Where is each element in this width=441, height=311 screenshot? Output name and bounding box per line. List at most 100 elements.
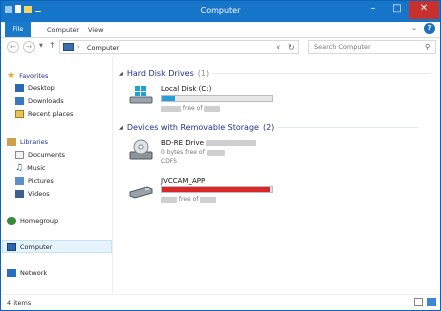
- minimize-button[interactable]: –: [361, 1, 385, 19]
- capacity-fill: [162, 187, 270, 192]
- drive-filesystem: CDFS: [161, 158, 177, 165]
- search-box[interactable]: ⚲: [308, 40, 436, 54]
- navigation-pane: ★ Favorites Desktop Downloads Recent pla…: [1, 57, 113, 294]
- content-pane: ◢ Hard Disk Drives (1) Local Disk (C:) f…: [113, 57, 440, 294]
- computer-icon: [63, 43, 74, 51]
- drive-name: JVCCAM_APP: [161, 177, 205, 185]
- back-button[interactable]: ←: [7, 41, 19, 53]
- tiles-view-icon[interactable]: [427, 298, 436, 306]
- pictures-icon: [15, 176, 24, 185]
- recent-locations-dropdown[interactable]: ▼: [39, 43, 43, 49]
- group-count: (2): [262, 123, 275, 132]
- breadcrumb-separator-icon[interactable]: ›: [77, 43, 80, 51]
- removable-drive-icon: [129, 186, 153, 199]
- redacted-value: [206, 149, 225, 156]
- group-divider: [278, 127, 419, 128]
- nav-label: Videos: [28, 189, 50, 198]
- nav-videos[interactable]: Videos: [15, 188, 50, 199]
- desktop-icon: [15, 83, 24, 92]
- drive-local-disk[interactable]: Local Disk (C:) free of: [129, 83, 279, 113]
- collapse-caret-icon[interactable]: ◢: [119, 71, 123, 77]
- nav-label: Desktop: [28, 83, 55, 92]
- capacity-bar: [161, 95, 273, 102]
- capacity-bar: [161, 186, 273, 193]
- nav-label: Documents: [28, 150, 66, 159]
- nav-label: Favorites: [19, 71, 49, 80]
- help-icon[interactable]: ?: [424, 23, 435, 34]
- address-dropdown-icon[interactable]: ∨: [276, 44, 280, 51]
- drive-free-space: free of: [161, 196, 217, 203]
- address-row: ← → ▼ ↑ › Computer ∨ ↻ ⚲: [1, 39, 440, 57]
- group-header-removable[interactable]: ◢ Devices with Removable Storage (2): [119, 123, 419, 132]
- maximize-button[interactable]: □: [385, 1, 409, 19]
- nav-network[interactable]: Network: [7, 267, 47, 278]
- drive-name: Local Disk (C:): [161, 85, 212, 93]
- favorites-star-icon: ★: [7, 70, 16, 81]
- drive-free-space: 0 bytes free of: [161, 149, 225, 156]
- drive-name-text: JVCCAM_APP: [161, 177, 206, 185]
- homegroup-icon: [7, 216, 16, 225]
- redacted-value: [161, 105, 181, 112]
- nav-pictures[interactable]: Pictures: [15, 175, 54, 186]
- tab-computer[interactable]: Computer: [47, 26, 79, 34]
- nav-music[interactable]: ♫ Music: [15, 162, 46, 173]
- drive-name: BD-RE Drive: [161, 139, 257, 147]
- details-view-icon[interactable]: [414, 298, 423, 306]
- item-count: 4 items: [7, 299, 32, 307]
- group-title: Hard Disk Drives: [126, 69, 194, 78]
- nav-label: Computer: [20, 242, 53, 251]
- nav-recent-places[interactable]: Recent places: [15, 108, 73, 119]
- tab-file[interactable]: File: [5, 22, 31, 37]
- drive-name-text: BD-RE Drive: [161, 139, 204, 147]
- documents-icon: [15, 150, 24, 159]
- expand-ribbon-icon[interactable]: ⌄: [411, 24, 417, 32]
- redacted-value: [200, 196, 217, 203]
- nav-favorites[interactable]: ★ Favorites: [7, 70, 48, 81]
- nav-label: Pictures: [28, 176, 54, 185]
- libraries-icon: [7, 137, 16, 146]
- nav-documents[interactable]: Documents: [15, 149, 65, 160]
- music-icon: ♫: [15, 162, 24, 173]
- address-bar[interactable]: › Computer ∨ ↻: [59, 40, 299, 54]
- nav-label: Network: [20, 268, 48, 277]
- forward-button[interactable]: →: [23, 41, 35, 53]
- free-text: free of: [182, 105, 203, 112]
- close-button[interactable]: ✕: [409, 1, 439, 19]
- recent-places-icon: [15, 109, 24, 118]
- group-header-hard-disk[interactable]: ◢ Hard Disk Drives (1): [119, 69, 432, 78]
- redacted-value: [206, 140, 257, 146]
- search-icon[interactable]: ⚲: [425, 43, 430, 51]
- nav-desktop[interactable]: Desktop: [15, 82, 55, 93]
- title-bar[interactable]: Computer – □ ✕: [1, 1, 440, 22]
- refresh-button[interactable]: ↻: [288, 43, 295, 52]
- network-icon: [7, 268, 16, 277]
- collapse-caret-icon[interactable]: ◢: [119, 125, 123, 131]
- nav-computer[interactable]: Computer: [7, 241, 52, 252]
- status-bar: 4 items: [1, 294, 440, 310]
- redacted-value: [161, 196, 177, 203]
- up-button[interactable]: ↑: [49, 41, 56, 50]
- drive-bd-re[interactable]: BD-RE Drive 0 bytes free of CDFS: [129, 137, 299, 171]
- windows-drive-icon: [129, 86, 153, 104]
- search-input[interactable]: [314, 43, 414, 51]
- breadcrumb[interactable]: Computer: [87, 44, 119, 52]
- ribbon: File Computer View ⌄ ?: [1, 22, 440, 38]
- tab-view[interactable]: View: [88, 26, 103, 34]
- optical-drive-icon: [129, 139, 153, 160]
- nav-label: Downloads: [28, 96, 64, 105]
- redacted-value: [204, 105, 221, 112]
- drive-jvccam[interactable]: JVCCAM_APP free of: [129, 175, 279, 205]
- group-count: (1): [197, 69, 210, 78]
- nav-libraries[interactable]: Libraries: [7, 136, 48, 147]
- downloads-icon: [15, 96, 24, 105]
- nav-homegroup[interactable]: Homegroup: [7, 215, 58, 226]
- nav-label: Recent places: [28, 109, 74, 118]
- group-divider: [213, 73, 432, 74]
- nav-downloads[interactable]: Downloads: [15, 95, 64, 106]
- drive-free-space: free of: [161, 105, 221, 112]
- free-text: 0 bytes free of: [161, 149, 205, 156]
- explorer-window: Computer – □ ✕ File Computer View ⌄ ? ← …: [0, 0, 441, 311]
- nav-label: Homegroup: [20, 216, 59, 225]
- free-text: free of: [178, 196, 199, 203]
- videos-icon: [15, 189, 24, 198]
